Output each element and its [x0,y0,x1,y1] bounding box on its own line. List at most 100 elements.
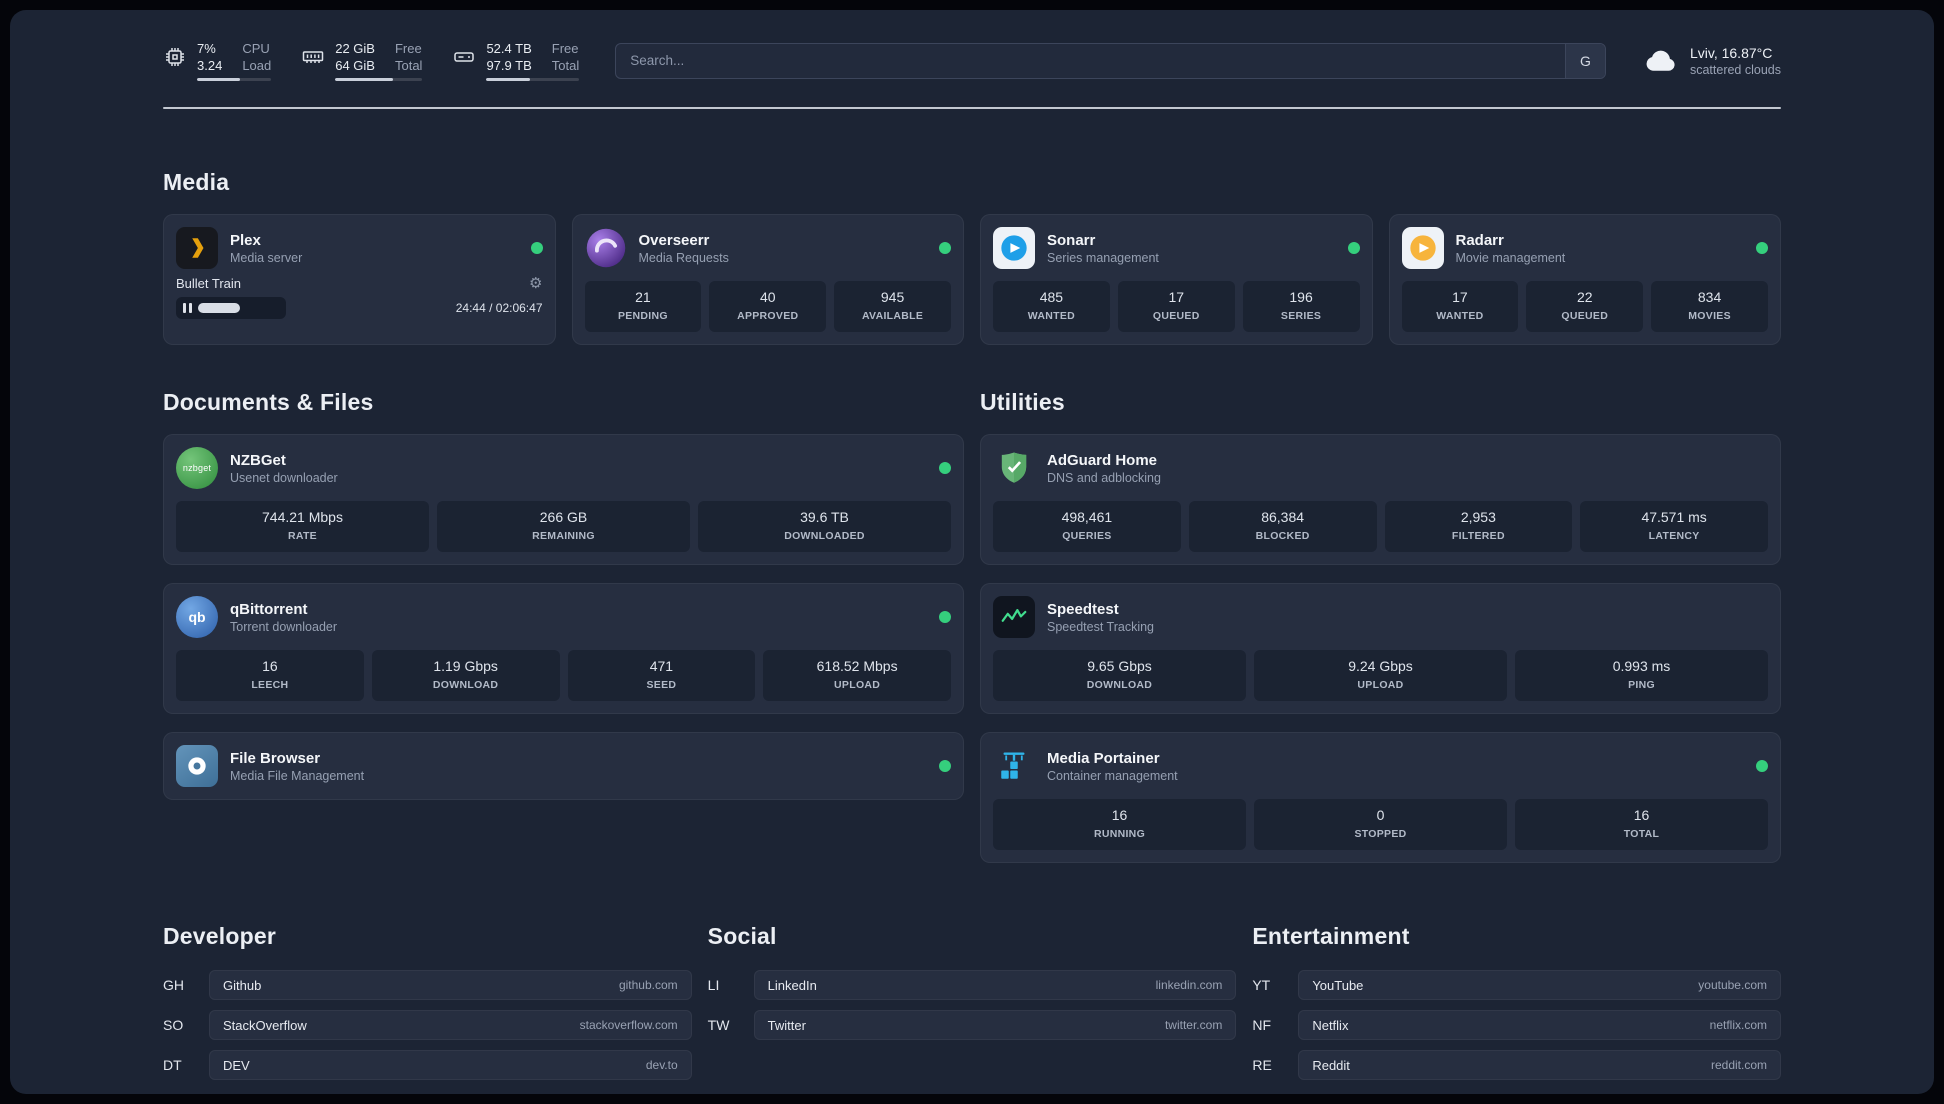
stat-value: 2,953 [1460,509,1496,525]
media-heading: Media [163,169,230,195]
qbittorrent-app-link[interactable]: qb qBittorrent Torrent downloader [176,596,951,638]
stat-tile: 1.19 Gbps DOWNLOAD [371,650,560,701]
stat-value: 22 [1576,289,1593,305]
stat-tile: 21 PENDING [584,281,702,332]
stat-tile: 266 GB REMAINING [437,501,690,552]
weather-widget[interactable]: Lviv, 16.87°C scattered clouds [1642,44,1781,78]
stat-label: DOWNLOAD [432,679,499,691]
stat-label: RUNNING [1093,828,1146,840]
bookmark-abbr: DT [163,1057,182,1073]
stat-value: 21 [635,289,651,305]
bookmark-stackoverflow[interactable]: SO StackOverflow stackoverflow.com [163,1010,692,1040]
developer-bookmarks: Developer GH Github github.com SO StackO… [163,923,692,1090]
cpu-percent: 7% [197,41,216,56]
disk-icon [452,45,476,69]
bookmark-abbr: NF [1252,1017,1271,1033]
stat-label: AVAILABLE [861,310,924,322]
memory-total: 64 GiB [335,58,375,73]
stat-tile: 0 STOPPED [1254,799,1507,850]
stat-label: QUEUED [1152,310,1200,322]
settings-gear-icon[interactable]: ⚙ [529,276,542,291]
system-stats: 7% 3.24 CPU Load 22 GiB 64 GiB Free Tota… [163,40,580,81]
app-subtitle: Usenet downloader [230,470,338,485]
stat-tile: 40 APPROVED [709,281,827,332]
stat-value: 39.6 TB [800,509,849,525]
stat-label: UPLOAD [1357,679,1404,691]
nzbget-card: nzbget NZBGet Usenet downloader 744.21 M… [163,434,964,565]
app-title: Sonarr [1047,231,1096,249]
stat-value: 471 [649,658,674,674]
bookmark-linkedin[interactable]: LI LinkedIn linkedin.com [708,970,1237,1000]
radarr-app-link[interactable]: Radarr Movie management [1401,227,1768,269]
plex-icon [176,227,218,269]
app-subtitle: Media server [230,250,303,265]
stat-label: TOTAL [1623,828,1660,840]
search-provider-button[interactable]: G [1564,43,1605,78]
plex-app-link[interactable]: Plex Media server [176,227,543,269]
bookmark-github[interactable]: GH Github github.com [163,970,692,1000]
bookmark-twitter[interactable]: TW Twitter twitter.com [708,1010,1237,1040]
stat-tile: 16 RUNNING [993,799,1246,850]
stat-tile: 498,461 QUERIES [993,501,1181,552]
stat-tile: 945 AVAILABLE [834,281,951,332]
stat-tile: 196 SERIES [1242,281,1360,332]
stat-value: 618.52 Mbps [816,658,898,674]
cpu-usage-bar [197,78,272,81]
stat-value: 498,461 [1061,509,1113,525]
app-subtitle: Series management [1047,250,1159,265]
status-dot [939,242,951,254]
stat-value: 1.19 Gbps [433,658,498,674]
nzbget-app-link[interactable]: nzbget NZBGet Usenet downloader [176,447,951,489]
stat-value: 86,384 [1261,509,1305,525]
bookmark-reddit[interactable]: RE Reddit reddit.com [1252,1050,1781,1080]
stat-value: 0.993 ms [1612,658,1671,674]
bookmark-abbr: SO [163,1017,184,1033]
disk-widget: 52.4 TB 97.9 TB Free Total [452,40,580,81]
cpu-label: CPU [242,41,270,56]
sonarr-app-link[interactable]: Sonarr Series management [993,227,1360,269]
overseerr-app-link[interactable]: Overseerr Media Requests [585,227,951,269]
bookmark-name: Twitter [767,1017,806,1033]
stat-value: 834 [1697,289,1722,305]
bookmark-youtube[interactable]: YT YouTube youtube.com [1252,970,1781,1000]
cpu-load: 3.24 [197,58,223,73]
bookmark-dev[interactable]: DT DEV dev.to [163,1050,692,1080]
adguard-app-link[interactable]: AdGuard Home DNS and adblocking [993,447,1768,489]
filebrowser-app-link[interactable]: File Browser Media File Management [176,745,951,787]
bookmark-domain: linkedin.com [1155,978,1223,992]
bookmark-name: DEV [223,1057,250,1073]
bookmark-abbr: RE [1252,1057,1272,1073]
app-title: Radarr [1455,231,1504,249]
disk-total: 97.9 TB [486,58,532,73]
status-dot [939,611,951,623]
nzbget-icon-text: nzbget [182,463,212,473]
documents-heading: Documents & Files [163,389,374,415]
stat-tile: 22 QUEUED [1526,281,1644,332]
bookmark-netflix[interactable]: NF Netflix netflix.com [1252,1010,1781,1040]
stat-label: STOPPED [1354,828,1407,840]
status-dot [530,242,543,254]
app-subtitle: Movie management [1455,250,1566,265]
disk-usage-bar [486,78,580,81]
stat-label: MOVIES [1688,310,1731,322]
playback-progress-bar[interactable] [176,297,286,319]
app-title: File Browser [230,749,321,767]
disk-free-label: Free [551,41,579,56]
portainer-app-link[interactable]: Media Portainer Container management [993,745,1768,787]
sonarr-icon [993,227,1035,269]
stat-label: FILTERED [1451,530,1505,542]
status-dot [1347,242,1360,254]
speedtest-app-link[interactable]: Speedtest Speedtest Tracking [993,596,1768,638]
portainer-card: Media Portainer Container management 16 … [980,732,1781,863]
stat-label: SERIES [1280,310,1322,322]
memory-total-label: Total [394,58,423,73]
stat-tile: 17 QUEUED [1117,281,1235,332]
app-title: NZBGet [230,451,286,469]
stat-label: SEED [646,679,677,691]
stat-value: 196 [1289,289,1313,305]
search-input[interactable] [616,43,1565,78]
app-title: Speedtest [1047,600,1119,618]
filebrowser-card: File Browser Media File Management [163,732,964,800]
app-subtitle: Speedtest Tracking [1047,619,1155,634]
stat-value: 16 [262,658,278,674]
